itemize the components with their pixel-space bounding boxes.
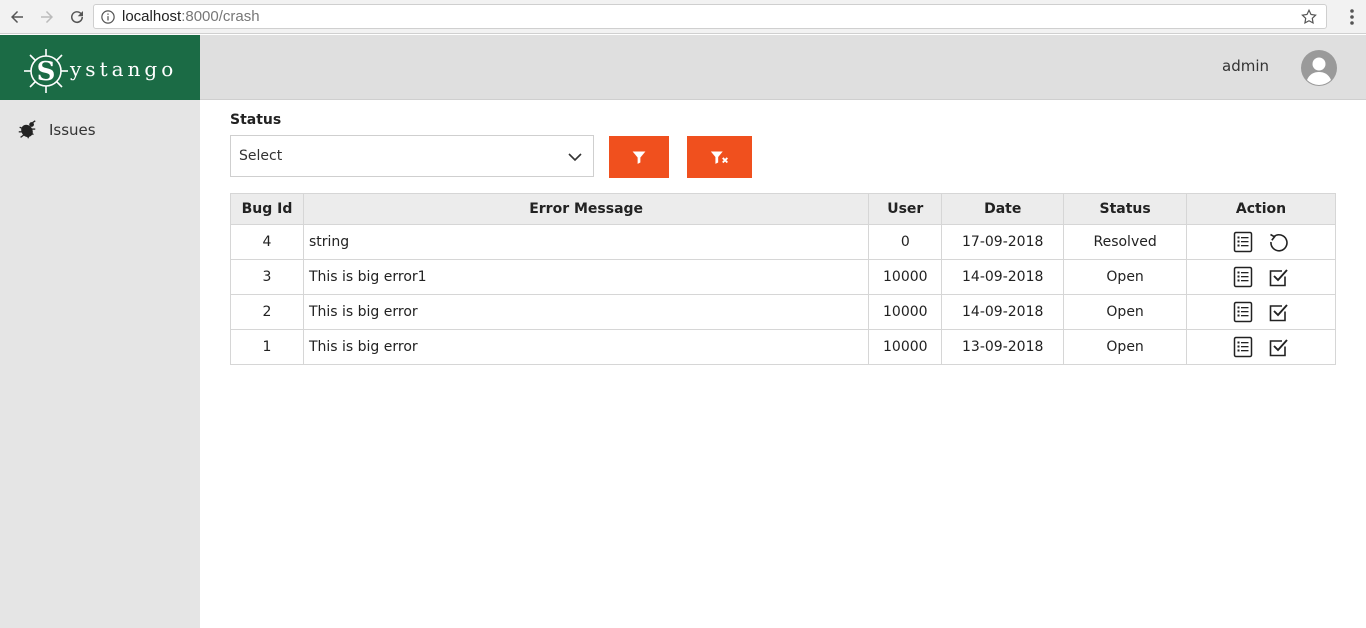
logo-text: ystango: [70, 57, 178, 81]
issues-table: Bug Id Error Message User Date Status Ac…: [230, 193, 1336, 365]
bug-id-cell: 4: [230, 224, 304, 260]
filter-icon: [632, 151, 646, 164]
bug-id-cell: 2: [230, 294, 304, 330]
apply-filter-button[interactable]: [609, 136, 669, 178]
logo-emblem-icon: S: [24, 49, 68, 93]
table-row: 3 This is big error1 10000 14-09-2018 Op…: [230, 259, 1336, 295]
star-icon[interactable]: [1300, 8, 1318, 26]
chevron-down-icon: [568, 153, 582, 162]
status-cell: Resolved: [1063, 224, 1188, 260]
user-cell: 10000: [868, 294, 943, 330]
status-cell: Open: [1063, 329, 1188, 365]
details-icon[interactable]: [1232, 231, 1254, 253]
action-cell: [1186, 294, 1336, 330]
resolve-icon[interactable]: [1268, 336, 1290, 358]
url-path: :8000/crash: [181, 8, 260, 25]
resolve-icon[interactable]: [1268, 301, 1290, 323]
url-host: localhost: [122, 8, 182, 25]
error-message-cell: string: [302, 224, 870, 260]
user-name[interactable]: admin: [1222, 57, 1269, 75]
action-cell: [1186, 329, 1336, 365]
table-header-row: Bug Id Error Message User Date Status Ac…: [230, 193, 1336, 225]
table-row: 1 This is big error 10000 13-09-2018 Ope…: [230, 329, 1336, 365]
error-message-cell: This is big error1: [302, 259, 870, 295]
user-cell: 0: [868, 224, 943, 260]
bug-id-cell: 3: [230, 259, 304, 295]
bug-icon: [18, 120, 36, 139]
column-header-user[interactable]: User: [868, 193, 943, 225]
column-header-status[interactable]: Status: [1063, 193, 1188, 225]
sidebar: Issues: [0, 100, 200, 628]
column-header-action: Action: [1186, 193, 1336, 225]
user-cell: 10000: [868, 259, 943, 295]
status-select[interactable]: Select: [230, 135, 594, 177]
user-cell: 10000: [868, 329, 943, 365]
action-cell: [1186, 259, 1336, 295]
filter-clear-icon: [710, 151, 728, 164]
forward-icon[interactable]: [34, 4, 60, 30]
bug-id-cell: 1: [230, 329, 304, 365]
error-message-cell: This is big error: [302, 329, 870, 365]
details-icon[interactable]: [1232, 301, 1254, 323]
date-cell: 13-09-2018: [941, 329, 1065, 365]
address-bar[interactable]: localhost:8000/crash: [93, 4, 1327, 29]
table-row: 2 This is big error 10000 14-09-2018 Ope…: [230, 294, 1336, 330]
details-icon[interactable]: [1232, 336, 1254, 358]
status-cell: Open: [1063, 294, 1188, 330]
clear-filter-button[interactable]: [687, 136, 752, 178]
date-cell: 14-09-2018: [941, 259, 1065, 295]
column-header-bug-id[interactable]: Bug Id: [230, 193, 304, 225]
table-row: 4 string 0 17-09-2018 Resolved: [230, 224, 1336, 260]
resolve-icon[interactable]: [1268, 266, 1290, 288]
menu-icon[interactable]: [1350, 8, 1354, 26]
sidebar-item-issues[interactable]: Issues: [16, 119, 96, 141]
reload-icon[interactable]: [64, 4, 90, 30]
sidebar-item-label: Issues: [49, 121, 96, 139]
back-icon[interactable]: [4, 4, 30, 30]
top-header: admin: [200, 35, 1366, 100]
info-icon[interactable]: [101, 9, 115, 24]
svg-text:S: S: [37, 57, 56, 87]
browser-toolbar: localhost:8000/crash: [0, 0, 1366, 34]
error-message-cell: This is big error: [302, 294, 870, 330]
details-icon[interactable]: [1232, 266, 1254, 288]
action-cell: [1186, 224, 1336, 260]
column-header-error-message[interactable]: Error Message: [302, 193, 870, 225]
date-cell: 17-09-2018: [941, 224, 1065, 260]
status-filter-label: Status: [230, 112, 282, 128]
avatar-icon[interactable]: [1301, 50, 1337, 86]
status-select-value: Select: [239, 148, 283, 164]
date-cell: 14-09-2018: [941, 294, 1065, 330]
status-cell: Open: [1063, 259, 1188, 295]
column-header-date[interactable]: Date: [941, 193, 1065, 225]
brand-logo[interactable]: S ystango: [0, 35, 200, 100]
reopen-icon[interactable]: [1268, 231, 1290, 253]
